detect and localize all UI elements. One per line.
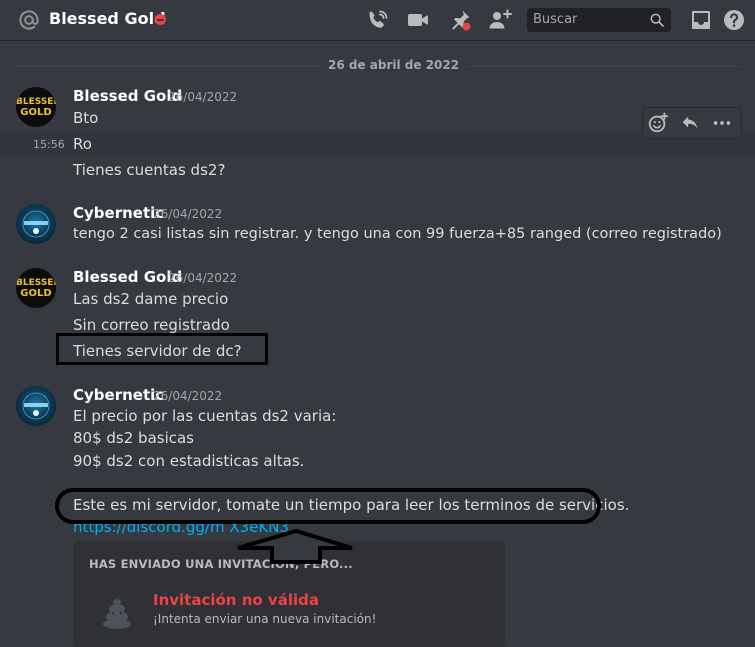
channel-title: Blessed Gold [49, 9, 166, 28]
highlight-oval-annotation [55, 488, 601, 524]
cyber-logo-icon [22, 392, 50, 420]
message-text: Las ds2 dame precio [73, 290, 229, 308]
date-divider-label: 26 de abril de 2022 [320, 58, 468, 72]
add-reaction-icon[interactable] [647, 112, 669, 134]
avatar-logo-text: GOLD [20, 107, 52, 118]
message-author[interactable]: Blessed Gold [73, 87, 182, 105]
invite-title: Invitación no válida [153, 591, 319, 609]
avatar[interactable] [16, 386, 56, 426]
message-text: tengo 2 casi listas sin registrar. y ten… [73, 226, 722, 242]
cyber-logo-icon [22, 210, 50, 238]
message-text: Bto [73, 109, 99, 127]
voice-call-icon[interactable] [366, 8, 390, 32]
search-icon [650, 13, 664, 27]
avatar[interactable]: BLESSED GOLD [16, 87, 56, 127]
invite-subtitle: ¡Intenta enviar una nueva invitación! [153, 612, 377, 626]
broken-invite-icon [103, 599, 131, 629]
at-icon [19, 10, 39, 30]
video-call-icon[interactable] [406, 8, 430, 32]
message-timestamp: 26/04/2022 [153, 207, 223, 221]
message-actions-toolbar [642, 107, 742, 139]
hover-timestamp: 15:56 [33, 138, 65, 151]
dnd-status-icon [155, 14, 166, 25]
avatar[interactable]: BLESSED GOLD [16, 268, 56, 308]
more-options-icon[interactable] [711, 112, 733, 134]
message-timestamp: 26/04/2022 [168, 90, 238, 104]
add-friends-to-dm-icon[interactable] [488, 8, 512, 32]
message-text: Sin correo registrado [73, 316, 230, 334]
message-text: Ro [73, 135, 92, 153]
avatar-logo-text: GOLD [20, 288, 52, 299]
search-input[interactable]: Buscar [527, 8, 671, 32]
avatar-logo-text: BLESSED [16, 97, 56, 107]
message-text: El precio por las cuentas ds2 varia: [73, 407, 337, 425]
search-placeholder: Buscar [533, 12, 578, 27]
message-text: Tienes cuentas ds2? [73, 161, 226, 179]
message-timestamp: 26/04/2022 [153, 389, 223, 403]
message-author[interactable]: Cybernetic [73, 204, 164, 222]
pinned-messages-icon[interactable] [448, 8, 472, 32]
message-author[interactable]: Cybernetic [73, 386, 164, 404]
avatar-logo-text: BLESSED [16, 278, 56, 288]
up-arrow-annotation [237, 528, 353, 564]
avatar[interactable] [16, 204, 56, 244]
channel-header: Blessed Gold Buscar [0, 0, 755, 40]
help-icon[interactable] [722, 8, 746, 32]
message-text: 90$ ds2 con estadisticas altas. [73, 452, 305, 470]
message-author[interactable]: Blessed Gold [73, 268, 182, 286]
inbox-icon[interactable] [689, 8, 713, 32]
message-timestamp: 26/04/2022 [168, 271, 238, 285]
reply-icon[interactable] [679, 112, 701, 134]
highlight-rectangle-annotation [56, 333, 268, 365]
message-text: 80$ ds2 basicas [73, 429, 194, 447]
